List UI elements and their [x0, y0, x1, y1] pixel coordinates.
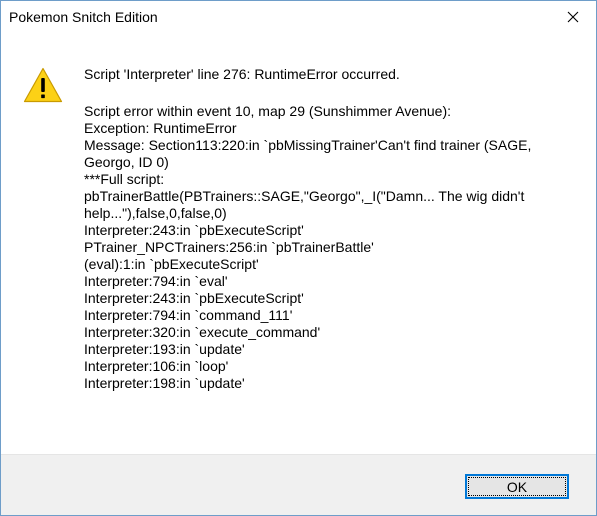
title-bar[interactable]: Pokemon Snitch Edition: [1, 1, 596, 33]
error-headline: Script 'Interpreter' line 276: RuntimeEr…: [84, 66, 400, 82]
detail-line: ***Full script:: [84, 171, 165, 187]
dialog-content: Script 'Interpreter' line 276: RuntimeEr…: [1, 33, 596, 454]
detail-line: pbTrainerBattle(PBTrainers::SAGE,"Georgo…: [84, 188, 525, 204]
detail-line: Interpreter:243:in `pbExecuteScript': [84, 290, 304, 306]
detail-line: Interpreter:794:in `command_111': [84, 307, 293, 323]
detail-line: Interpreter:106:in `loop': [84, 358, 229, 374]
window-title: Pokemon Snitch Edition: [9, 9, 158, 25]
detail-line: Interpreter:198:in `update': [84, 375, 245, 391]
error-dialog-window: Pokemon Snitch Edition Script 'Interpret…: [0, 0, 597, 516]
detail-line: Interpreter:320:in `execute_command': [84, 324, 321, 340]
error-details: Script error within event 10, map 29 (Su…: [84, 103, 574, 392]
detail-line: Interpreter:243:in `pbExecuteScript': [84, 222, 304, 238]
detail-line: Georgo, ID 0): [84, 154, 169, 170]
detail-line: Message: Section113:220:in `pbMissingTra…: [84, 137, 532, 153]
ok-button[interactable]: OK: [465, 474, 569, 499]
detail-line: Script error within event 10, map 29 (Su…: [84, 103, 452, 119]
ok-button-label: OK: [506, 478, 528, 495]
dialog-footer: OK: [1, 454, 596, 515]
detail-line: help..."),false,0,false,0): [84, 205, 227, 221]
close-icon: [567, 11, 579, 23]
close-button[interactable]: [550, 1, 596, 33]
detail-line: Exception: RuntimeError: [84, 120, 237, 136]
detail-line: Interpreter:193:in `update': [84, 341, 245, 357]
warning-icon: [23, 67, 63, 103]
detail-line: (eval):1:in `pbExecuteScript': [84, 256, 259, 272]
detail-line: PTrainer_NPCTrainers:256:in `pbTrainerBa…: [84, 239, 374, 255]
detail-line: Interpreter:794:in `eval': [84, 273, 228, 289]
error-message: Script 'Interpreter' line 276: RuntimeEr…: [84, 66, 574, 392]
